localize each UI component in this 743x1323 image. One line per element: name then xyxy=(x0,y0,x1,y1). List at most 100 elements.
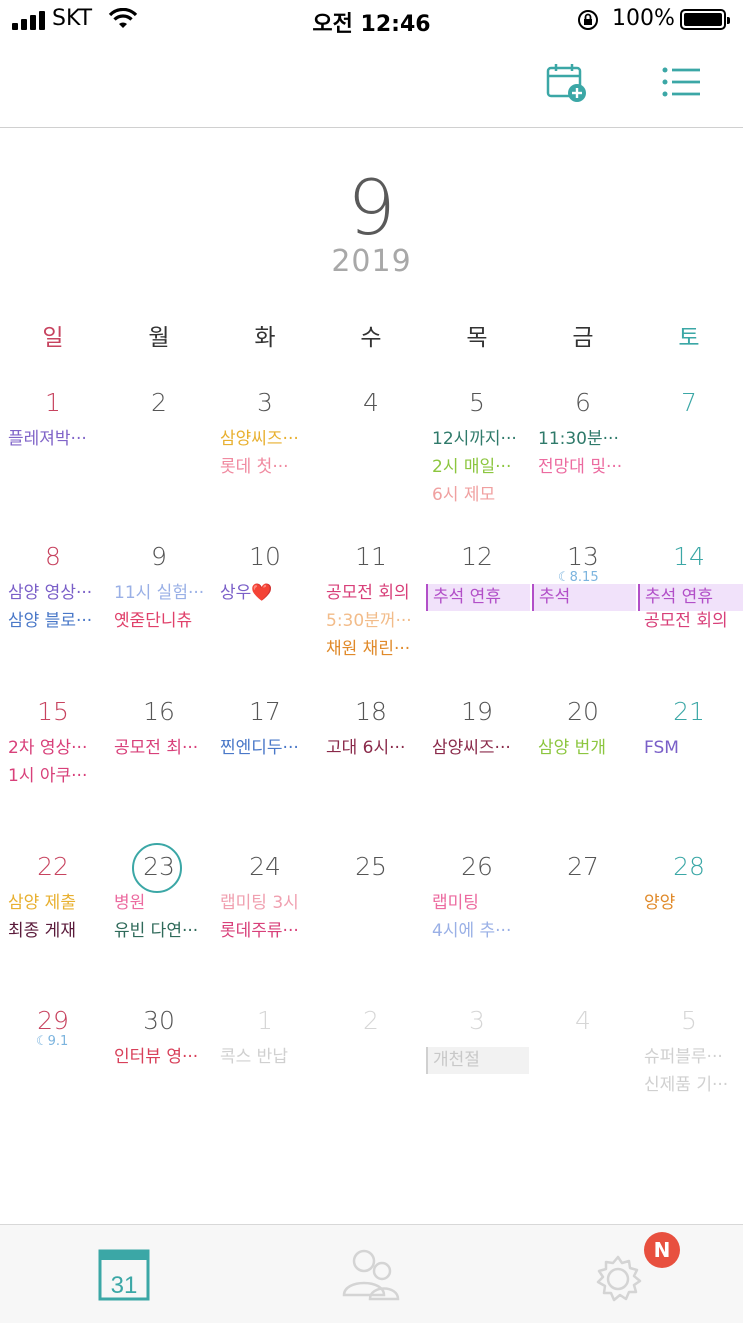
tab-friends[interactable] xyxy=(334,1245,404,1307)
day-cell[interactable]: 26 랩미팅 4시에 추··· xyxy=(424,840,530,994)
day-number: 9 xyxy=(151,542,167,571)
day-cell[interactable]: 1 콕스 반납 xyxy=(212,994,318,1148)
top-toolbar xyxy=(0,42,743,128)
day-cell[interactable]: 8 삼양 영상··· 삼양 블로··· xyxy=(0,530,106,684)
tab-calendar[interactable]: 31 xyxy=(90,1245,160,1307)
day-cell[interactable]: 9 11시 실험··· 옛줃단니츄 xyxy=(106,530,212,684)
day-cell[interactable]: 4 xyxy=(530,994,636,1148)
day-number: 4 xyxy=(575,1006,591,1035)
event-label[interactable]: 플레져박··· xyxy=(8,428,106,450)
day-number: 8 xyxy=(45,542,61,571)
event-label[interactable]: 공모전 회의 xyxy=(326,582,424,604)
day-cell[interactable]: 25 xyxy=(318,840,424,994)
holiday-bar-label: 추석 연휴 xyxy=(645,587,713,607)
day-cell[interactable]: 11 공모전 회의 5:30분꺼··· 채원 채린··· xyxy=(318,530,424,684)
day-cell[interactable]: 29 ☾9.1 xyxy=(0,994,106,1148)
event-label[interactable]: 1시 아쿠··· xyxy=(8,765,106,787)
lunar-date: 8.15 xyxy=(569,570,599,585)
event-label[interactable]: 삼양 블로··· xyxy=(8,610,106,632)
day-cell[interactable]: 21 FSM xyxy=(636,685,742,839)
event-label[interactable]: 공모전 최··· xyxy=(114,737,212,759)
day-number: 17 xyxy=(249,697,281,726)
day-cell[interactable]: 15 2차 영상··· 1시 아쿠··· xyxy=(0,685,106,839)
day-cell[interactable]: 3 삼양씨즈··· 롯데 첫··· xyxy=(212,376,318,530)
event-label[interactable]: 콕스 반납 xyxy=(220,1046,318,1068)
day-cell[interactable]: 10 상우❤️ xyxy=(212,530,318,684)
day-cell[interactable]: 18 고대 6시··· xyxy=(318,685,424,839)
day-cell[interactable]: 20 삼양 번개 xyxy=(530,685,636,839)
event-label[interactable]: 랩미팅 3시 xyxy=(220,892,318,914)
day-cell[interactable]: 28 양양 xyxy=(636,840,742,994)
event-label[interactable]: 채원 채린··· xyxy=(326,638,424,660)
event-label[interactable]: 삼양 제출 xyxy=(8,892,106,914)
day-cell[interactable]: 6 11:30분··· 전망대 및··· xyxy=(530,376,636,530)
day-cell[interactable]: 2 xyxy=(106,376,212,530)
event-label[interactable]: 병원 xyxy=(114,892,212,914)
day-cell[interactable]: 4 xyxy=(318,376,424,530)
event-label[interactable]: 고대 6시··· xyxy=(326,737,424,759)
day-number: 2 xyxy=(151,388,167,417)
event-label[interactable]: 옛줃단니츄 xyxy=(114,610,212,632)
event-label[interactable]: 삼양씨즈··· xyxy=(432,737,530,759)
day-number: 5 xyxy=(681,1006,697,1035)
event-label[interactable]: 신제품 기··· xyxy=(644,1074,742,1096)
event-label[interactable]: 6시 제모 xyxy=(432,484,530,506)
weekday-sat: 토 xyxy=(678,325,700,351)
event-label[interactable]: FSM xyxy=(644,737,742,759)
day-number: 3 xyxy=(469,1006,485,1035)
event-label[interactable]: 4시에 추··· xyxy=(432,920,530,942)
day-cell[interactable]: 17 찐엔디두··· xyxy=(212,685,318,839)
event-label[interactable]: 공모전 회의 xyxy=(644,610,742,632)
day-number: 4 xyxy=(363,388,379,417)
event-label[interactable]: 인터뷰 영··· xyxy=(114,1046,212,1068)
day-cell[interactable]: 23 병원 유빈 다연··· xyxy=(106,840,212,994)
event-label[interactable]: 유빈 다연··· xyxy=(114,920,212,942)
event-label[interactable]: 11:30분··· xyxy=(538,428,636,450)
event-label[interactable]: 상우❤️ xyxy=(220,582,318,604)
day-cell[interactable]: 5 12시까지··· 2시 매일··· 6시 제모 xyxy=(424,376,530,530)
event-label[interactable]: 슈퍼블루··· xyxy=(644,1046,742,1068)
day-cell[interactable]: 5 슈퍼블루··· 신제품 기··· xyxy=(636,994,742,1148)
day-number: 30 xyxy=(143,1006,175,1035)
day-cell[interactable]: 30 인터뷰 영··· xyxy=(106,994,212,1148)
holiday-bar-edge xyxy=(426,584,428,611)
event-label[interactable]: 2차 영상··· xyxy=(8,737,106,759)
day-cell[interactable]: 2 xyxy=(318,994,424,1148)
day-number: 28 xyxy=(673,852,705,881)
day-number: 22 xyxy=(37,852,69,881)
event-label[interactable]: 삼양 영상··· xyxy=(8,582,106,604)
event-label[interactable]: 5:30분꺼··· xyxy=(326,610,424,632)
day-number: 18 xyxy=(355,697,387,726)
add-event-calendar-icon[interactable] xyxy=(543,60,591,108)
weekday-thu: 목 xyxy=(466,325,488,351)
event-label[interactable]: 삼양 번개 xyxy=(538,737,636,759)
event-label[interactable]: 11시 실험··· xyxy=(114,582,212,604)
event-label[interactable]: 롯데주류··· xyxy=(220,920,318,942)
notification-badge: N xyxy=(644,1232,680,1268)
event-label[interactable]: 전망대 및··· xyxy=(538,456,636,478)
day-cell[interactable]: 27 xyxy=(530,840,636,994)
day-number: 13 xyxy=(567,542,599,571)
list-view-icon[interactable] xyxy=(658,60,706,108)
event-label[interactable]: 랩미팅 xyxy=(432,892,530,914)
day-number: 1 xyxy=(257,1006,273,1035)
day-cell[interactable]: 22 삼양 제출최종 게재 xyxy=(0,840,106,994)
day-cell[interactable]: 1 플레져박··· xyxy=(0,376,106,530)
day-cell[interactable]: 19 삼양씨즈··· xyxy=(424,685,530,839)
event-label[interactable]: 삼양씨즈··· xyxy=(220,428,318,450)
day-cell[interactable]: 24 랩미팅 3시 롯데주류··· xyxy=(212,840,318,994)
day-number: 26 xyxy=(461,852,493,881)
day-cell[interactable]: 16 공모전 최··· xyxy=(106,685,212,839)
year-number: 2019 xyxy=(331,244,412,279)
event-label[interactable]: 최종 게재 xyxy=(8,920,106,942)
tab-settings-gear-icon[interactable] xyxy=(584,1245,654,1307)
event-label[interactable]: 12시까지··· xyxy=(432,428,530,450)
day-cell[interactable]: 7 xyxy=(636,376,742,530)
event-label[interactable]: 2시 매일··· xyxy=(432,456,530,478)
day-number: 2 xyxy=(363,1006,379,1035)
event-label[interactable]: 양양 xyxy=(644,892,742,914)
event-label[interactable]: 롯데 첫··· xyxy=(220,456,318,478)
event-label[interactable]: 찐엔디두··· xyxy=(220,737,318,759)
status-bar: SKT 오전 12:46 100% xyxy=(0,0,743,42)
day-number: 29 xyxy=(37,1006,69,1035)
